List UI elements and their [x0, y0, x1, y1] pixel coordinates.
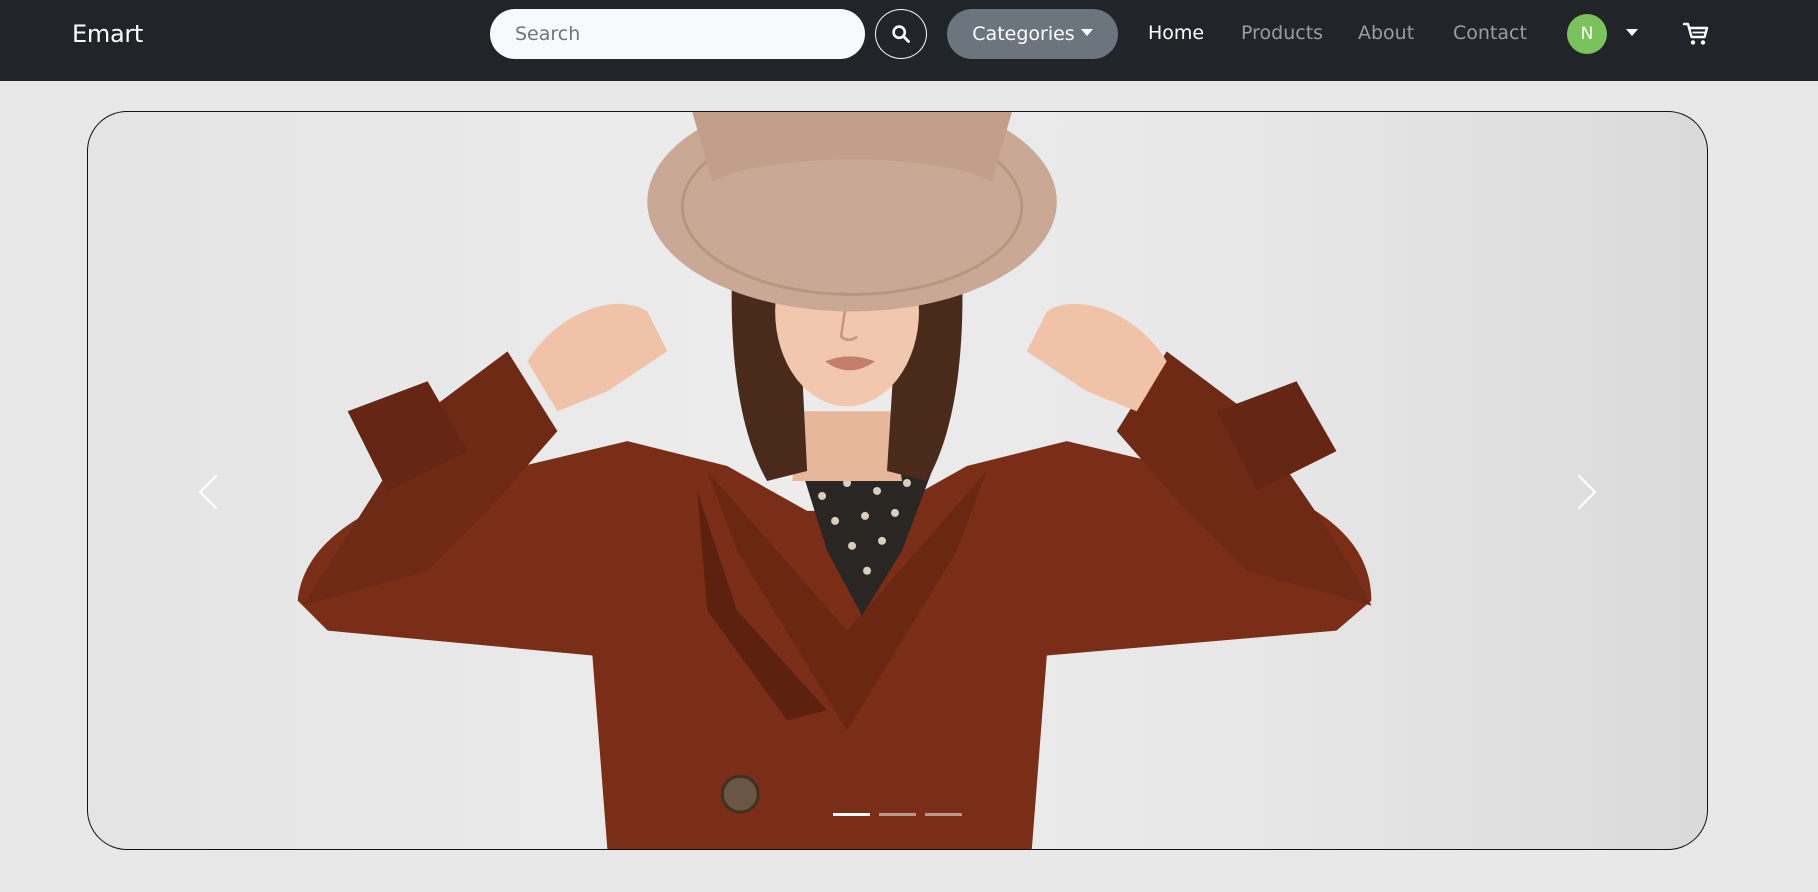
- carousel-indicator-1[interactable]: [833, 813, 870, 816]
- carousel-indicators: [833, 813, 962, 816]
- carousel-next-button[interactable]: [1557, 462, 1617, 522]
- categories-label: Categories: [972, 23, 1075, 45]
- nav-link-products[interactable]: Products: [1241, 22, 1323, 44]
- brand-logo[interactable]: Emart: [72, 20, 143, 48]
- search-button[interactable]: [875, 9, 927, 59]
- hero-carousel: [87, 111, 1708, 850]
- hero-image: [297, 112, 1372, 849]
- carousel-indicator-3[interactable]: [925, 813, 962, 816]
- categories-dropdown-button[interactable]: Categories: [947, 9, 1118, 59]
- nav-link-contact[interactable]: Contact: [1453, 22, 1527, 44]
- carousel-indicator-2[interactable]: [879, 813, 916, 816]
- nav-link-about[interactable]: About: [1358, 22, 1414, 44]
- search-input[interactable]: [490, 9, 865, 59]
- carousel-prev-button[interactable]: [178, 462, 238, 522]
- chevron-down-icon[interactable]: [1626, 29, 1638, 36]
- avatar-initial: N: [1580, 24, 1594, 44]
- cart-icon[interactable]: [1682, 21, 1710, 47]
- search-icon: [892, 25, 910, 43]
- navbar: Emart Categories Home Products About Con…: [0, 0, 1818, 81]
- nav-link-home[interactable]: Home: [1148, 22, 1204, 44]
- chevron-right-icon: [1577, 474, 1597, 510]
- caret-down-icon: [1080, 29, 1093, 36]
- chevron-left-icon: [198, 474, 218, 510]
- user-avatar[interactable]: N: [1567, 14, 1607, 54]
